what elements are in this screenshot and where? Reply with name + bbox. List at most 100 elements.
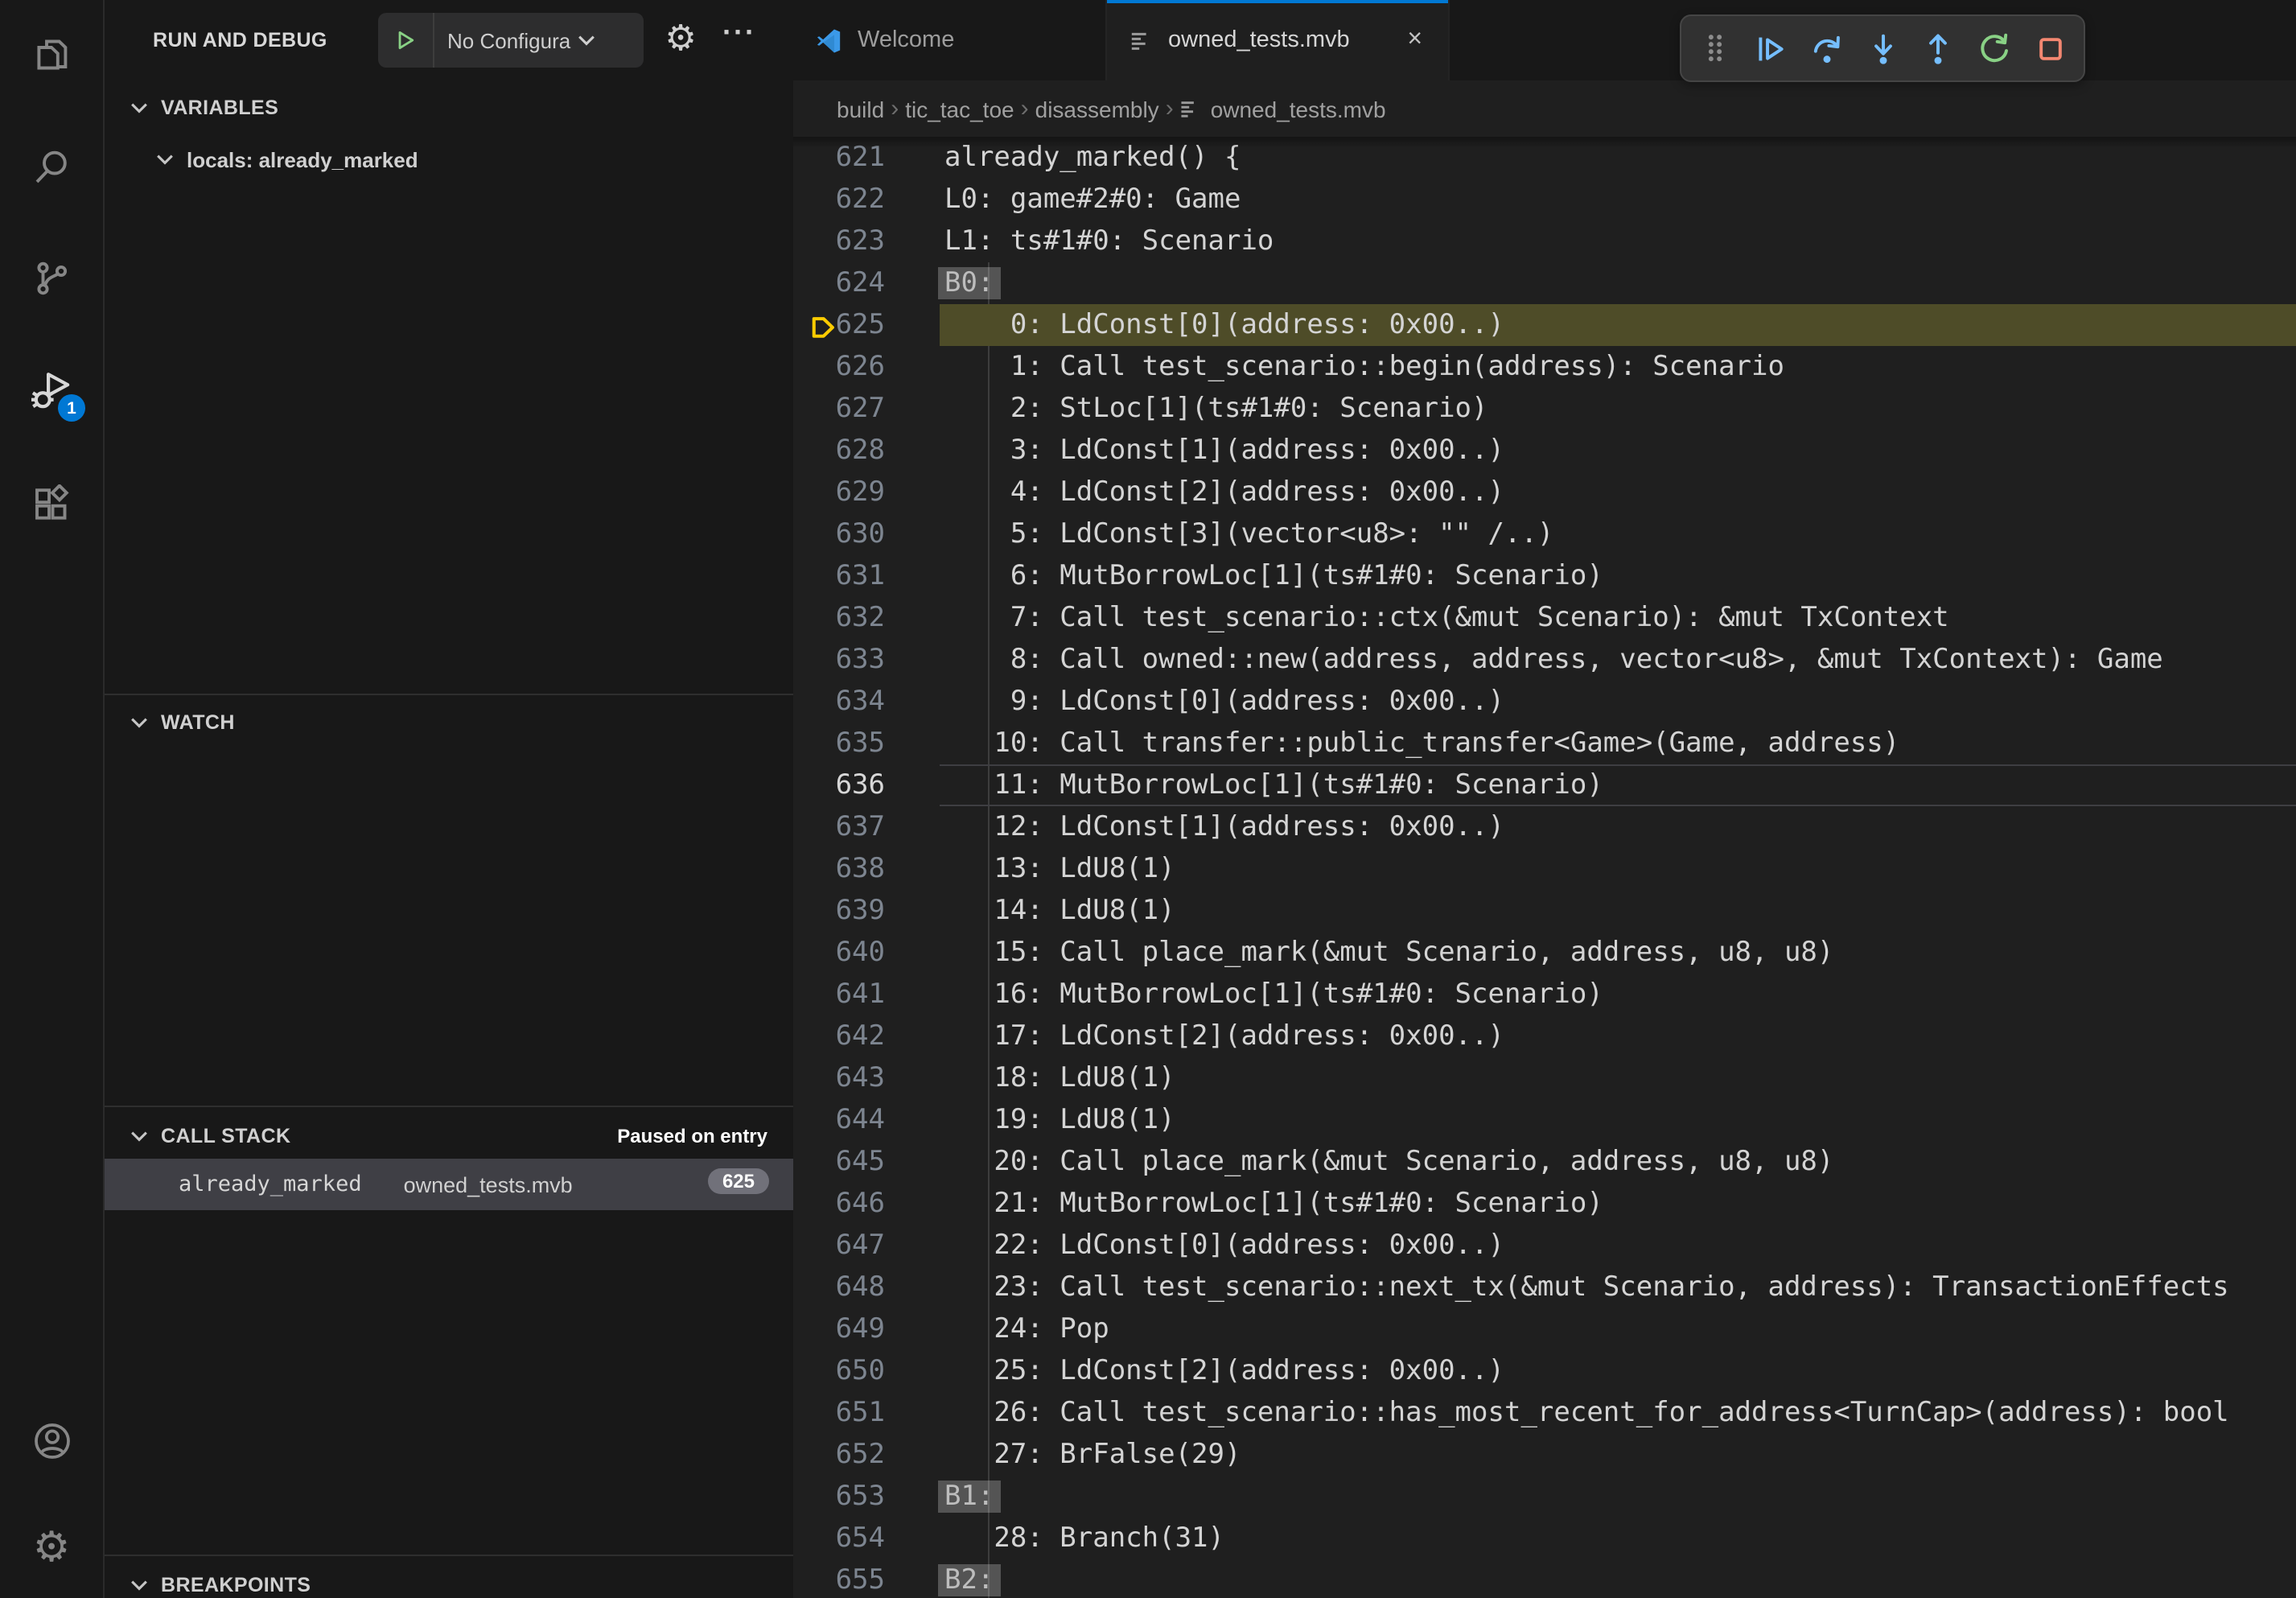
code-line[interactable]: 653 B1: <box>793 1476 2296 1518</box>
code-line[interactable]: 650 25: LdConst[2](address: 0x00..) <box>793 1350 2296 1392</box>
code-line[interactable]: 641 16: MutBorrowLoc[1](ts#1#0: Scenario… <box>793 974 2296 1015</box>
code-line[interactable]: 624 B0: <box>793 262 2296 304</box>
settings-gear-icon[interactable]: ⚙ <box>16 1513 87 1584</box>
line-number[interactable]: 647 <box>793 1225 885 1266</box>
code-line[interactable]: 635 10: Call transfer::public_transfer<G… <box>793 723 2296 764</box>
breadcrumb-item[interactable]: tic_tac_toe <box>905 96 1014 121</box>
code-line[interactable]: 627 2: StLoc[1](ts#1#0: Scenario) <box>793 388 2296 430</box>
tab-welcome[interactable]: Welcome <box>793 0 1107 80</box>
code-line[interactable]: 625 0: LdConst[0](address: 0x00..) <box>793 304 2296 346</box>
code-line[interactable]: 649 24: Pop <box>793 1308 2296 1350</box>
line-number[interactable]: 644 <box>793 1099 885 1141</box>
code-line[interactable]: 639 14: LdU8(1) <box>793 890 2296 932</box>
line-number[interactable]: 639 <box>793 890 885 932</box>
line-number[interactable]: 621 <box>793 137 885 179</box>
stop-button[interactable] <box>2028 26 2073 71</box>
code-line[interactable]: 629 4: LdConst[2](address: 0x00..) <box>793 472 2296 513</box>
code-line[interactable]: 643 18: LdU8(1) <box>793 1057 2296 1099</box>
watch-section-header[interactable]: WATCH <box>105 698 793 747</box>
line-number[interactable]: 630 <box>793 513 885 555</box>
code-line[interactable]: 631 6: MutBorrowLoc[1](ts#1#0: Scenario) <box>793 555 2296 597</box>
line-number[interactable]: 624 <box>793 262 885 304</box>
line-number[interactable]: 649 <box>793 1308 885 1350</box>
code-line[interactable]: 630 5: LdConst[3](vector<u8>: "" /..) <box>793 513 2296 555</box>
line-number[interactable]: 652 <box>793 1434 885 1476</box>
toolbar-gripper[interactable] <box>1693 26 1738 71</box>
code-line[interactable]: 647 22: LdConst[0](address: 0x00..) <box>793 1225 2296 1266</box>
debug-settings-gear-icon[interactable]: ⚙ <box>660 19 702 61</box>
line-number[interactable]: 627 <box>793 388 885 430</box>
explorer-icon[interactable] <box>16 19 87 90</box>
tab-owned-tests[interactable]: owned_tests.mvb × <box>1107 0 1450 80</box>
line-number[interactable]: 622 <box>793 179 885 220</box>
line-number[interactable]: 650 <box>793 1350 885 1392</box>
code-line[interactable]: 640 15: Call place_mark(&mut Scenario, a… <box>793 932 2296 974</box>
line-number[interactable]: 646 <box>793 1183 885 1225</box>
line-number[interactable]: 626 <box>793 346 885 388</box>
step-over-button[interactable] <box>1804 26 1850 71</box>
code-line[interactable]: 646 21: MutBorrowLoc[1](ts#1#0: Scenario… <box>793 1183 2296 1225</box>
code-line[interactable]: 651 26: Call test_scenario::has_most_rec… <box>793 1392 2296 1434</box>
line-number[interactable]: 629 <box>793 472 885 513</box>
line-number[interactable]: 623 <box>793 220 885 262</box>
code-line[interactable]: 622 L0: game#2#0: Game <box>793 179 2296 220</box>
code-line[interactable]: 655 B2: <box>793 1559 2296 1598</box>
variables-section-header[interactable]: VARIABLES <box>105 84 793 132</box>
line-number[interactable]: 637 <box>793 806 885 848</box>
run-and-debug-icon[interactable]: 1 <box>16 356 87 426</box>
line-number[interactable]: 633 <box>793 639 885 681</box>
extensions-icon[interactable] <box>16 468 87 539</box>
search-icon[interactable] <box>16 132 87 203</box>
line-number[interactable]: 640 <box>793 932 885 974</box>
code-line[interactable]: 621 already_marked() { <box>793 137 2296 179</box>
code-line[interactable]: 623 L1: ts#1#0: Scenario <box>793 220 2296 262</box>
account-icon[interactable] <box>16 1405 87 1476</box>
code-line[interactable]: 637 12: LdConst[1](address: 0x00..) <box>793 806 2296 848</box>
code-line[interactable]: 644 19: LdU8(1) <box>793 1099 2296 1141</box>
code-line[interactable]: 652 27: BrFalse(29) <box>793 1434 2296 1476</box>
line-number[interactable]: 643 <box>793 1057 885 1099</box>
line-number[interactable]: 642 <box>793 1015 885 1057</box>
line-number[interactable]: 631 <box>793 555 885 597</box>
breadcrumb-item[interactable]: disassembly <box>1035 96 1159 121</box>
code-line[interactable]: 628 3: LdConst[1](address: 0x00..) <box>793 430 2296 472</box>
locals-tree-item[interactable]: locals: already_marked <box>105 135 819 183</box>
line-number[interactable]: 645 <box>793 1141 885 1183</box>
breadcrumb-file[interactable]: owned_tests.mvb <box>1180 96 1386 121</box>
code-line[interactable]: 626 1: Call test_scenario::begin(address… <box>793 346 2296 388</box>
more-actions-icon[interactable]: ··· <box>722 16 756 50</box>
call-stack-section-header[interactable]: CALL STACK Paused on entry <box>105 1112 793 1160</box>
line-number[interactable]: 638 <box>793 848 885 890</box>
line-number[interactable]: 654 <box>793 1518 885 1559</box>
line-number[interactable]: 648 <box>793 1266 885 1308</box>
code-line[interactable]: 636 11: MutBorrowLoc[1](ts#1#0: Scenario… <box>793 764 2296 806</box>
breakpoints-section-header[interactable]: BREAKPOINTS <box>105 1561 793 1598</box>
source-control-icon[interactable] <box>16 243 87 314</box>
code-line[interactable]: 632 7: Call test_scenario::ctx(&mut Scen… <box>793 597 2296 639</box>
code-line[interactable]: 645 20: Call place_mark(&mut Scenario, a… <box>793 1141 2296 1183</box>
step-out-button[interactable] <box>1916 26 1961 71</box>
code-line[interactable]: 648 23: Call test_scenario::next_tx(&mut… <box>793 1266 2296 1308</box>
line-number[interactable]: 632 <box>793 597 885 639</box>
line-number[interactable]: 634 <box>793 681 885 723</box>
close-icon[interactable]: × <box>1404 27 1426 53</box>
code-line[interactable]: 642 17: LdConst[2](address: 0x00..) <box>793 1015 2296 1057</box>
call-stack-frame[interactable]: already_marked owned_tests.mvb 625 <box>105 1159 793 1210</box>
line-number[interactable]: 628 <box>793 430 885 472</box>
line-number[interactable]: 641 <box>793 974 885 1015</box>
line-number[interactable]: 655 <box>793 1559 885 1598</box>
step-into-button[interactable] <box>1860 26 1905 71</box>
line-number[interactable]: 651 <box>793 1392 885 1434</box>
debug-config-dropdown[interactable]: No Configura <box>378 13 644 68</box>
restart-button[interactable] <box>1972 26 2017 71</box>
code-line[interactable]: 638 13: LdU8(1) <box>793 848 2296 890</box>
code-line[interactable]: 634 9: LdConst[0](address: 0x00..) <box>793 681 2296 723</box>
breadcrumb-item[interactable]: build <box>837 96 884 121</box>
code-line[interactable]: 633 8: Call owned::new(address, address,… <box>793 639 2296 681</box>
code-line[interactable]: 654 28: Branch(31) <box>793 1518 2296 1559</box>
line-number[interactable]: 636 <box>793 764 885 806</box>
line-number[interactable]: 635 <box>793 723 885 764</box>
line-number[interactable]: 653 <box>793 1476 885 1518</box>
continue-button[interactable] <box>1748 26 1793 71</box>
start-debug-icon[interactable] <box>378 13 434 68</box>
